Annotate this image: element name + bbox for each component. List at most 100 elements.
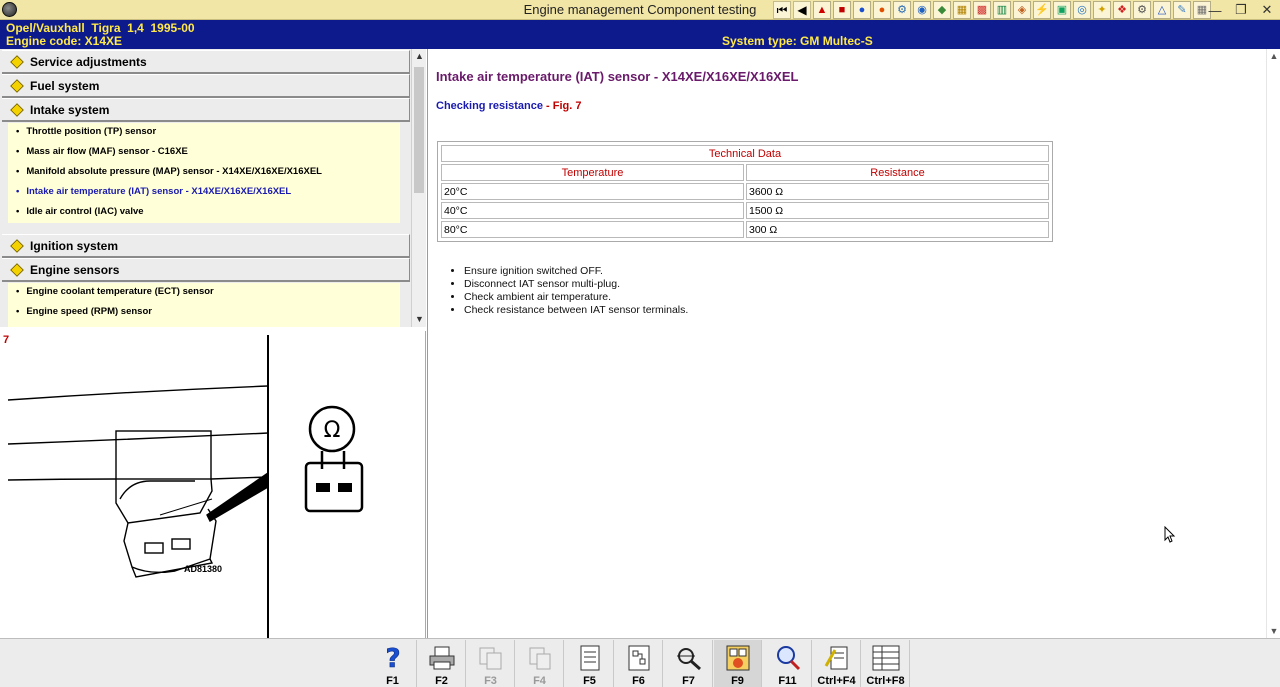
tree-item-map-sensor[interactable]: Manifold absolute pressure (MAP) sensor … (16, 166, 322, 177)
airbag-icon[interactable]: ▣ (1053, 1, 1071, 19)
brakes-icon[interactable]: ◎ (1073, 1, 1091, 19)
maintenance-icon[interactable]: ◈ (1013, 1, 1031, 19)
figure-reference[interactable]: Fig. 7 (553, 100, 582, 112)
warning-icon[interactable]: ▲ (813, 1, 831, 19)
diamond-icon (10, 78, 24, 93)
section-intake-system[interactable]: Intake system (2, 98, 410, 122)
section-label: Ignition system (30, 238, 119, 253)
section-fuel-system[interactable]: Fuel system (2, 74, 410, 98)
column-header-temperature: Temperature (441, 164, 744, 181)
f7-button[interactable]: F7 (665, 640, 713, 687)
list-item: Disconnect IAT sensor multi-plug. (464, 278, 688, 291)
tree-item-iat-sensor[interactable]: Intake air temperature (IAT) sensor - X1… (16, 186, 291, 197)
technical-data-table: Technical Data Temperature Resistance 20… (437, 141, 1053, 242)
scroll-up-icon[interactable]: ▲ (412, 49, 427, 64)
content-scrollbar[interactable]: ▲ ▼ (1266, 49, 1280, 638)
diamond-open-icon (10, 102, 24, 117)
scroll-down-icon[interactable]: ▼ (1267, 624, 1280, 638)
climate-icon[interactable]: ❖ (1113, 1, 1131, 19)
tree-item-ect-sensor[interactable]: Engine coolant temperature (ECT) sensor (16, 286, 213, 297)
figure-code: AD81380 (184, 564, 223, 574)
table-row: 20°C 3600 Ω (441, 183, 1049, 200)
list-icon (871, 643, 901, 673)
close-icon[interactable]: ✕ (1254, 0, 1280, 20)
tools-icon[interactable]: ⚙ (893, 1, 911, 19)
wiring-icon (624, 643, 654, 673)
print-icon (427, 643, 457, 673)
table-cell: 1500 Ω (746, 202, 1049, 219)
f1-help-button[interactable]: ? F1 (369, 640, 417, 687)
restore-icon[interactable]: ❐ (1228, 0, 1254, 20)
ctrl-f8-button[interactable]: Ctrl+F8 (862, 640, 910, 687)
diamond-icon (10, 54, 24, 69)
table-cell: 40°C (441, 202, 744, 219)
f2-print-button[interactable]: F2 (418, 640, 466, 687)
toolbar: ⏮ ◀ ▲ ■ ● ● ⚙ ◉ ◆ ▦ ▩ ▥ ◈ ⚡ ▣ ◎ ✦ ❖ ⚙ △ … (773, 1, 1211, 19)
section-label: Fuel system (30, 78, 100, 93)
timing-icon[interactable]: ◉ (913, 1, 931, 19)
engine-sensor-items: Engine coolant temperature (ECT) sensor … (8, 283, 400, 327)
section-label: Engine sensors (30, 262, 120, 277)
section-label: Intake system (30, 102, 110, 117)
f5-button[interactable]: F5 (566, 640, 614, 687)
tyres-icon[interactable]: ✦ (1093, 1, 1111, 19)
scroll-thumb[interactable] (414, 67, 424, 193)
service-icon[interactable]: ● (853, 1, 871, 19)
scroll-up-icon[interactable]: ▲ (1267, 49, 1280, 63)
subheading-text: Checking resistance (436, 100, 543, 112)
f9-button[interactable]: F9 (714, 640, 762, 687)
repair-times-icon[interactable]: ▥ (993, 1, 1011, 19)
notes-toolbar-icon[interactable]: ✎ (1173, 1, 1191, 19)
diamond-icon (10, 238, 24, 253)
first-page-icon[interactable]: ⏮ (773, 1, 791, 19)
settings-icon[interactable]: ⚙ (1133, 1, 1151, 19)
intake-items: Throttle position (TP) sensor Mass air f… (8, 123, 400, 223)
section-engine-sensors[interactable]: Engine sensors (2, 258, 410, 282)
list-item: Check resistance between IAT sensor term… (464, 304, 688, 317)
ctrl-f4-button[interactable]: Ctrl+F4 (813, 640, 861, 687)
section-service-adjustments[interactable]: Service adjustments (2, 50, 410, 74)
instruction-list: Ensure ignition switched OFF. Disconnect… (464, 265, 688, 317)
ohm-symbol: Ω (324, 418, 341, 443)
engine-code: Engine code: X14XE (6, 34, 123, 48)
tree-item-iac-valve[interactable]: Idle air control (IAC) valve (16, 206, 143, 217)
tree-item-tp-sensor[interactable]: Throttle position (TP) sensor (16, 126, 156, 137)
sensor-illustration: Ω (7, 335, 364, 638)
copy-icon (476, 643, 506, 673)
scroll-down-icon[interactable]: ▼ (412, 312, 427, 327)
electrical-icon[interactable]: ⚡ (1033, 1, 1051, 19)
figure-panel: 7 Ω AD81380 (0, 331, 426, 638)
help-icon: ? (378, 643, 408, 673)
window-controls: — ❐ ✕ (1202, 0, 1280, 20)
tree-item-maf-sensor[interactable]: Mass air flow (MAF) sensor - C16XE (16, 146, 188, 157)
vehicle-data-icon[interactable]: ■ (833, 1, 851, 19)
diagnosis-icon[interactable]: ◆ (933, 1, 951, 19)
system-type: System type: GM Multec-S (722, 34, 873, 48)
magnify-icon (674, 643, 704, 673)
search-icon (773, 643, 803, 673)
navigation-tree: Service adjustments Fuel system Intake s… (0, 49, 426, 327)
wiring-diagram-icon[interactable]: ▦ (953, 1, 971, 19)
alert-icon[interactable]: △ (1153, 1, 1171, 19)
f3-button[interactable]: F3 (467, 640, 515, 687)
table-cell: 20°C (441, 183, 744, 200)
f11-button[interactable]: F11 (764, 640, 812, 687)
f4-button[interactable]: F4 (516, 640, 564, 687)
content-panel: Intake air temperature (IAT) sensor - X1… (427, 49, 1280, 638)
tree-item-rpm-sensor[interactable]: Engine speed (RPM) sensor (16, 306, 152, 317)
section-label: Service adjustments (30, 54, 147, 69)
table-row: 80°C 300 Ω (441, 221, 1049, 238)
tree-scrollbar[interactable]: ▲ ▼ (411, 49, 426, 327)
engine-icon[interactable]: ● (873, 1, 891, 19)
minimize-icon[interactable]: — (1202, 0, 1228, 20)
number-icon (723, 643, 753, 673)
table-row: 40°C 1500 Ω (441, 202, 1049, 219)
f6-button[interactable]: F6 (615, 640, 663, 687)
vehicle-model: Opel/Vauxhall Tigra 1,4 1995-00 (6, 21, 195, 35)
section-ignition-system[interactable]: Ignition system (2, 234, 410, 258)
list-item: Check ambient air temperature. (464, 291, 688, 304)
previous-page-icon[interactable]: ◀ (793, 1, 811, 19)
component-location-icon[interactable]: ▩ (973, 1, 991, 19)
app-icon[interactable] (2, 2, 17, 17)
diamond-open-icon (10, 262, 24, 277)
